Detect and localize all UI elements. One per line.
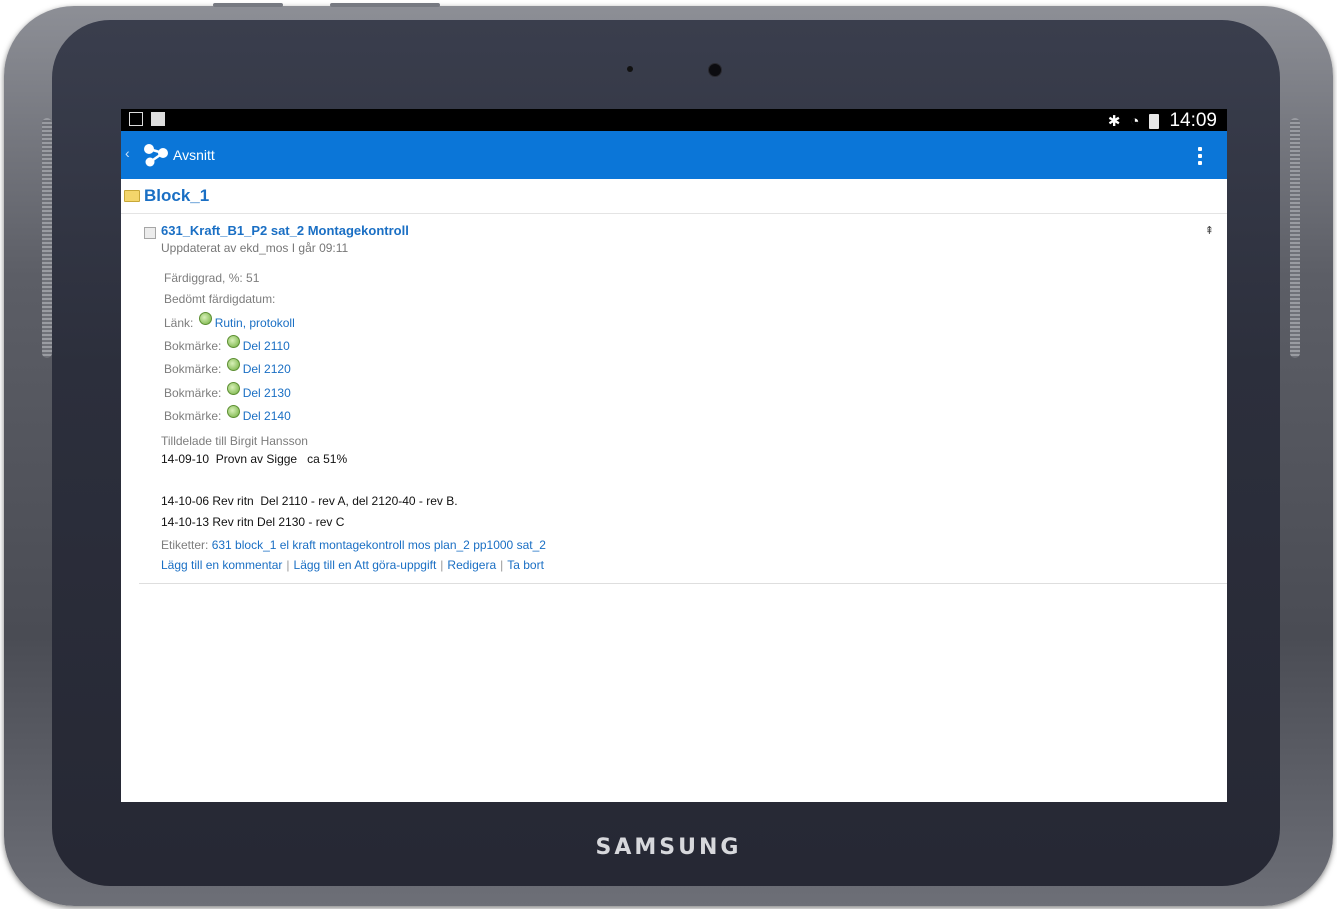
bookmark-link[interactable]: Del 2120 xyxy=(243,362,291,376)
bluetooth-icon: ✱ xyxy=(1107,113,1121,130)
globe-bookmark-icon xyxy=(226,405,240,418)
back-chevron-icon[interactable]: ‹ xyxy=(125,145,130,161)
item-updated-text: Uppdaterat av ekd_mos I går 09:11 xyxy=(161,241,349,255)
edit-link[interactable]: Redigera xyxy=(447,558,496,572)
divider xyxy=(139,583,1227,584)
bookmark-link[interactable]: Del 2130 xyxy=(243,386,291,400)
item-checkbox[interactable] xyxy=(144,227,156,239)
bookmark-field: Bokmärke: Del 2120 xyxy=(164,358,291,376)
estimated-date-field: Bedömt färdigdatum: xyxy=(164,292,276,306)
item-title[interactable]: 631_Kraft_B1_P2 sat_2 Montagekontroll xyxy=(161,223,409,238)
volume-button xyxy=(213,3,283,7)
collapse-icon[interactable]: ⇞ xyxy=(1205,224,1214,237)
assigned-text: Tilldelade till Birgit Hansson xyxy=(161,434,308,448)
page-title: Avsnitt xyxy=(173,147,215,163)
app-logo-icon[interactable] xyxy=(143,143,169,167)
overflow-menu-icon[interactable] xyxy=(1198,147,1202,165)
folder-header[interactable]: Block_1 xyxy=(121,179,1227,214)
link-rutin-protokoll[interactable]: Rutin, protokoll xyxy=(215,316,295,330)
folder-title[interactable]: Block_1 xyxy=(144,186,209,206)
globe-link-icon xyxy=(198,312,212,325)
add-todo-link[interactable]: Lägg till en Att göra-uppgift xyxy=(294,558,437,572)
battery-icon xyxy=(1149,113,1160,129)
folder-icon xyxy=(124,190,140,202)
link-field: Länk: Rutin, protokoll xyxy=(164,312,295,330)
speaker-grille-left xyxy=(42,118,52,358)
note-line: 14-10-13 Rev ritn Del 2130 - rev C xyxy=(161,515,345,529)
globe-bookmark-icon xyxy=(226,358,240,371)
clock: 14:09 xyxy=(1169,110,1217,131)
item-actions: Lägg till en kommentar | Lägg till en Att … xyxy=(161,558,544,572)
wifi-icon: ◔ xyxy=(1130,112,1140,130)
front-camera xyxy=(708,63,722,77)
bookmark-link[interactable]: Del 2110 xyxy=(243,339,290,353)
bookmark-link[interactable]: Del 2140 xyxy=(243,409,291,423)
tags-list[interactable]: 631 block_1 el kraft montagekontroll mos… xyxy=(212,538,546,552)
globe-bookmark-icon xyxy=(226,335,240,348)
bookmark-field: Bokmärke: Del 2130 xyxy=(164,382,291,400)
status-bar: ✱ ◔ 14:09 xyxy=(121,109,1227,131)
light-sensor xyxy=(627,66,633,72)
note-line: 14-09-10 Provn av Sigge ca 51% xyxy=(161,452,348,466)
bookmark-field: Bokmärke: Del 2140 xyxy=(164,405,291,423)
globe-bookmark-icon xyxy=(226,382,240,395)
tags-row: Etiketter: 631 block_1 el kraft montagek… xyxy=(161,538,546,552)
add-comment-link[interactable]: Lägg till en kommentar xyxy=(161,558,282,572)
speaker-grille-right xyxy=(1290,118,1300,358)
action-bar: ‹ Avsnitt xyxy=(121,131,1227,179)
note-line: 14-10-06 Rev ritn Del 2110 - rev A, del … xyxy=(161,494,458,508)
clipboard-notification-icon xyxy=(151,112,165,126)
power-button xyxy=(330,3,440,7)
delete-link[interactable]: Ta bort xyxy=(507,558,544,572)
completion-field: Färdiggrad, %: 51 xyxy=(164,271,260,285)
bookmark-field: Bokmärke: Del 2110 xyxy=(164,335,290,353)
screen: ✱ ◔ 14:09 ‹ Avsnitt Block_1 631_Kraft_B1… xyxy=(121,109,1227,802)
brand-logo: SAMSUNG xyxy=(595,835,742,860)
gallery-notification-icon xyxy=(129,112,143,126)
